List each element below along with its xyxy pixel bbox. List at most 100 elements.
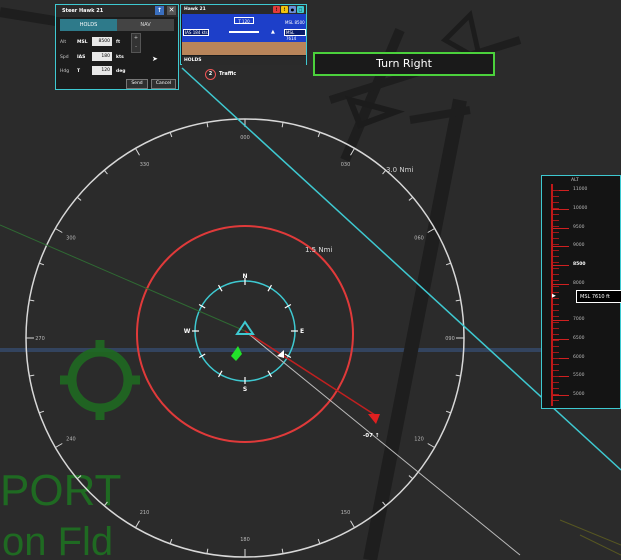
alt-minor-tick bbox=[553, 280, 559, 281]
bearing-label: 090 bbox=[445, 336, 455, 342]
bearing-label: 060 bbox=[414, 236, 424, 242]
alt-tick-label: 6000 bbox=[573, 355, 585, 360]
alt-minor-tick bbox=[553, 304, 559, 305]
track-line-green bbox=[0, 224, 246, 332]
alt-tick-label: 9500 bbox=[573, 225, 585, 230]
alt-minor-tick bbox=[553, 328, 559, 329]
user-icon[interactable]: ● bbox=[289, 6, 296, 13]
alt-minor-tick bbox=[553, 262, 559, 263]
alt-minor-tick bbox=[553, 400, 559, 401]
alt-minor-tick bbox=[553, 190, 559, 191]
alt-tick-label: 7000 bbox=[573, 317, 585, 322]
pin-icon[interactable]: ↑ bbox=[155, 6, 164, 15]
alt-tick-label: 8000 bbox=[573, 281, 585, 286]
spd-input[interactable]: 180 bbox=[92, 52, 112, 61]
cardinal-n: N bbox=[242, 273, 247, 280]
alt-minor-tick bbox=[553, 220, 559, 221]
outer-ring-tick bbox=[135, 520, 140, 528]
alt-minor-tick bbox=[553, 232, 559, 233]
outer-ring-tick bbox=[39, 262, 45, 266]
alt-minor-tick bbox=[553, 214, 559, 215]
alt-minor-tick bbox=[553, 358, 559, 359]
alt-bug-icon: ▶ bbox=[552, 293, 556, 299]
hdg-input[interactable]: 120 bbox=[92, 66, 112, 75]
alt-tick-mark bbox=[553, 265, 569, 266]
alt-tick-label: 9000 bbox=[573, 243, 585, 248]
alt-tick-mark bbox=[553, 284, 569, 285]
cardinal-w: W bbox=[184, 328, 191, 335]
alt-minor-tick bbox=[553, 208, 559, 209]
outer-ring-tick bbox=[76, 196, 82, 201]
alt-minor-tick bbox=[553, 316, 559, 317]
close-icon[interactable]: ✕ bbox=[167, 6, 176, 15]
bearing-label: 000 bbox=[240, 135, 250, 141]
outer-ring-tick bbox=[281, 122, 284, 128]
tab-holds[interactable]: HOLDS bbox=[60, 19, 117, 31]
outer-range-label: 3.0 Nmi bbox=[386, 166, 413, 174]
alert-icon[interactable]: ! bbox=[273, 6, 280, 13]
steer-tabs: HOLDS NAV bbox=[60, 19, 174, 31]
alt-target-readout: MSL 8500 bbox=[285, 20, 305, 25]
hdg-unit: deg bbox=[116, 69, 126, 74]
outer-ring-tick bbox=[408, 475, 414, 480]
outer-ring-tick bbox=[455, 299, 461, 302]
outer-ring-tick bbox=[206, 122, 209, 128]
tab-nav[interactable]: NAV bbox=[117, 19, 174, 31]
mouse-cursor-icon: ➤ bbox=[152, 55, 158, 63]
outer-ring-tick bbox=[29, 374, 35, 377]
bearing-label: 240 bbox=[66, 437, 76, 443]
alt-minor-tick bbox=[553, 286, 559, 287]
mid-range-label: 1.5 Nmi bbox=[305, 246, 332, 254]
outer-ring-tick bbox=[169, 132, 173, 138]
alt-arrow-icon: ▲ bbox=[271, 29, 275, 35]
warning-icon[interactable]: ! bbox=[281, 6, 288, 13]
alt-minor-tick bbox=[553, 376, 559, 377]
alt-label: Alt bbox=[60, 40, 67, 45]
alt-minor-tick bbox=[553, 310, 559, 311]
altitude-tape[interactable]: ALT 11000 10000 9500 9000 8500 8000 7000 6500 60… bbox=[541, 175, 621, 409]
cancel-button[interactable]: Cancel bbox=[151, 79, 176, 89]
traffic-label: Traffic bbox=[219, 71, 237, 77]
ownship-icon[interactable] bbox=[235, 320, 255, 335]
alt-stepper[interactable]: + - bbox=[131, 33, 141, 53]
alt-tick-label: 5000 bbox=[573, 392, 585, 397]
alt-minor-tick bbox=[553, 196, 559, 197]
bearing-label: 330 bbox=[140, 162, 150, 168]
traffic-count: 2 bbox=[205, 69, 216, 80]
alt-input[interactable]: 8500 bbox=[92, 37, 112, 46]
alt-tape-title: ALT bbox=[571, 178, 579, 183]
attitude-ground bbox=[182, 42, 306, 55]
spd-unit: kts bbox=[116, 55, 124, 60]
alt-tick-label: 5500 bbox=[573, 373, 585, 378]
alt-minor-tick bbox=[553, 274, 559, 275]
outer-ring-tick bbox=[29, 299, 35, 302]
steer-panel: Steer Hawk 21 ↑ ✕ HOLDS NAV Alt MSL 8500… bbox=[55, 4, 179, 90]
traffic-indicator[interactable]: 2 Traffic bbox=[205, 69, 236, 80]
alt-mode[interactable]: MSL bbox=[77, 40, 88, 45]
alt-tick-label: 6500 bbox=[573, 336, 585, 341]
hdg-mode[interactable]: T bbox=[77, 69, 80, 74]
bearing-label: 150 bbox=[341, 510, 351, 516]
hawk-panel[interactable]: Hawk 21 ! ! ● □ T 120 MSL 8500 IAS 184 k… bbox=[180, 4, 307, 65]
traffic-contact-icon[interactable] bbox=[368, 414, 380, 424]
bearing-label: 300 bbox=[66, 236, 76, 242]
hawk-status-icons: ! ! ● □ bbox=[273, 6, 304, 13]
alt-tick-label: 10000 bbox=[573, 206, 588, 211]
alt-minor-tick bbox=[553, 334, 559, 335]
track-line-red bbox=[244, 330, 376, 416]
spd-mode[interactable]: IAS bbox=[77, 55, 85, 60]
alt-tick-mark bbox=[553, 246, 569, 247]
send-button[interactable]: Send bbox=[126, 79, 148, 89]
outer-ring-tick bbox=[55, 443, 63, 448]
stepper-down-button[interactable]: - bbox=[132, 43, 140, 52]
outer-ring-tick bbox=[55, 228, 63, 233]
stepper-up-button[interactable]: + bbox=[132, 34, 140, 43]
outer-ring-tick bbox=[427, 443, 435, 448]
expand-icon[interactable]: □ bbox=[297, 6, 304, 13]
cardinal-s: S bbox=[243, 386, 247, 393]
speed-readout: IAS 184 kts bbox=[183, 29, 209, 36]
instruction-banner: Turn Right bbox=[313, 52, 495, 76]
alt-minor-tick bbox=[553, 202, 559, 203]
outer-ring-tick bbox=[445, 262, 451, 266]
cardinal-e: E bbox=[300, 328, 304, 335]
